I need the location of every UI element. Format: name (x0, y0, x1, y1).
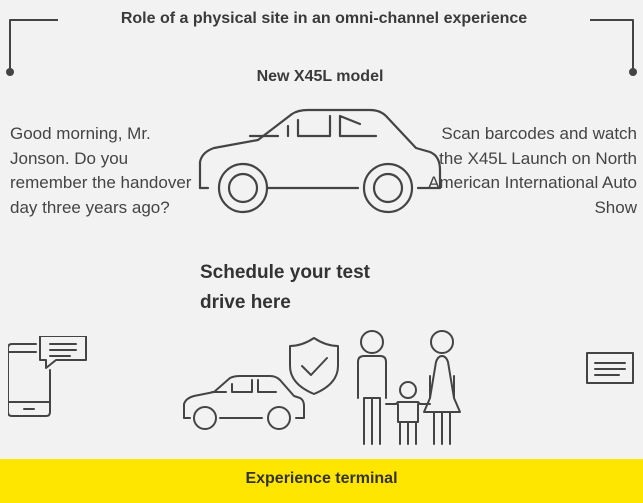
phone-message-icon (8, 336, 87, 417)
diagram-title: Role of a physical site in an omni-chann… (58, 6, 590, 32)
shield-check-icon (289, 337, 339, 395)
document-icon (586, 352, 634, 384)
barcode-text: Scan barcodes and watch the X45L Launch … (428, 124, 637, 217)
family-icon (357, 330, 461, 445)
car-icon (198, 108, 442, 214)
model-label: New X45L model (256, 68, 384, 85)
schedule-test-drive-text: Schedule your test drive here (200, 262, 370, 313)
greeting-text: Good morning, Mr. Jonson. Do you remembe… (10, 124, 192, 217)
experience-terminal-label: Experience terminal (245, 470, 398, 487)
